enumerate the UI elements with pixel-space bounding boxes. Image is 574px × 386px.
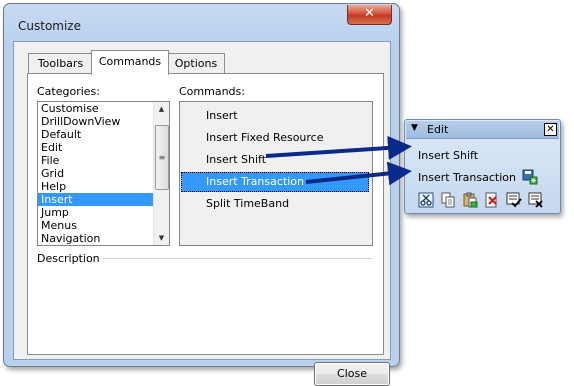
close-button[interactable]: Close — [314, 362, 390, 386]
scroll-thumb[interactable]: ≡ — [155, 125, 169, 190]
categories-list[interactable]: Customise DrillDownView Default Edit Fil… — [37, 101, 170, 246]
command-item[interactable]: Insert Fixed Resource — [181, 128, 369, 148]
toolbar-insert-transaction-button[interactable]: Insert Transaction — [418, 171, 516, 184]
categories-scrollbar[interactable]: ▲ ≡ ▼ — [153, 102, 169, 245]
tab-commands[interactable]: Commands — [91, 50, 169, 75]
command-item[interactable]: Insert Shift — [181, 150, 369, 170]
edit-toolbar-title: Edit — [427, 123, 449, 136]
dropdown-arrow-icon[interactable]: ▼ — [411, 123, 418, 133]
description-divider — [102, 258, 372, 259]
category-item[interactable]: DrillDownView — [38, 115, 169, 128]
category-item[interactable]: Jump — [38, 206, 169, 219]
check-out-icon[interactable] — [528, 192, 544, 208]
category-item[interactable]: Menus — [38, 219, 169, 232]
category-item[interactable]: Edit — [38, 141, 169, 154]
scroll-down-icon[interactable]: ▼ — [154, 231, 169, 245]
tab-toolbars[interactable]: Toolbars — [28, 53, 93, 74]
copy-icon[interactable] — [440, 192, 456, 208]
check-in-icon[interactable] — [506, 192, 522, 208]
command-item[interactable]: Insert — [181, 106, 369, 126]
category-item[interactable]: Customise — [38, 102, 169, 115]
category-item[interactable]: Default — [38, 128, 169, 141]
toolbar-insert-shift-button[interactable]: Insert Shift — [418, 149, 478, 162]
insert-transaction-icon — [522, 169, 538, 185]
description-label: Description — [37, 252, 100, 265]
tab-options[interactable]: Options — [167, 53, 225, 74]
category-item[interactable]: Navigation — [38, 232, 169, 245]
customize-dialog: Customize ✕ Toolbars Commands Options Ca… — [3, 3, 400, 386]
commands-panel: Categories: Customise DrillDownView Defa… — [27, 73, 384, 355]
dialog-close-button[interactable]: ✕ — [347, 5, 392, 25]
category-item[interactable]: File — [38, 154, 169, 167]
commands-label: Commands: — [179, 85, 245, 98]
categories-label: Categories: — [37, 85, 100, 98]
category-item[interactable]: Help — [38, 180, 169, 193]
cut-icon[interactable] — [418, 192, 434, 208]
category-item-selected[interactable]: Insert — [38, 193, 154, 206]
edit-toolbar-titlebar[interactable]: ▼ Edit ✕ — [406, 121, 559, 139]
command-item[interactable]: Split TimeBand — [181, 194, 369, 214]
edit-toolbar: ▼ Edit ✕ Insert Shift Insert Transaction — [404, 119, 561, 214]
commands-list[interactable]: Insert Insert Fixed Resource Insert Shif… — [179, 101, 373, 246]
command-item-selected[interactable]: Insert Transaction — [181, 172, 369, 192]
delete-icon[interactable] — [484, 192, 500, 208]
dialog-title: Customize — [18, 19, 81, 33]
scroll-up-icon[interactable]: ▲ — [154, 102, 169, 116]
paste-icon[interactable] — [462, 192, 478, 208]
dialog-client: Toolbars Commands Options Categories: Cu… — [13, 41, 391, 386]
category-item[interactable]: Grid — [38, 167, 169, 180]
edit-toolbar-close-icon[interactable]: ✕ — [544, 123, 557, 136]
